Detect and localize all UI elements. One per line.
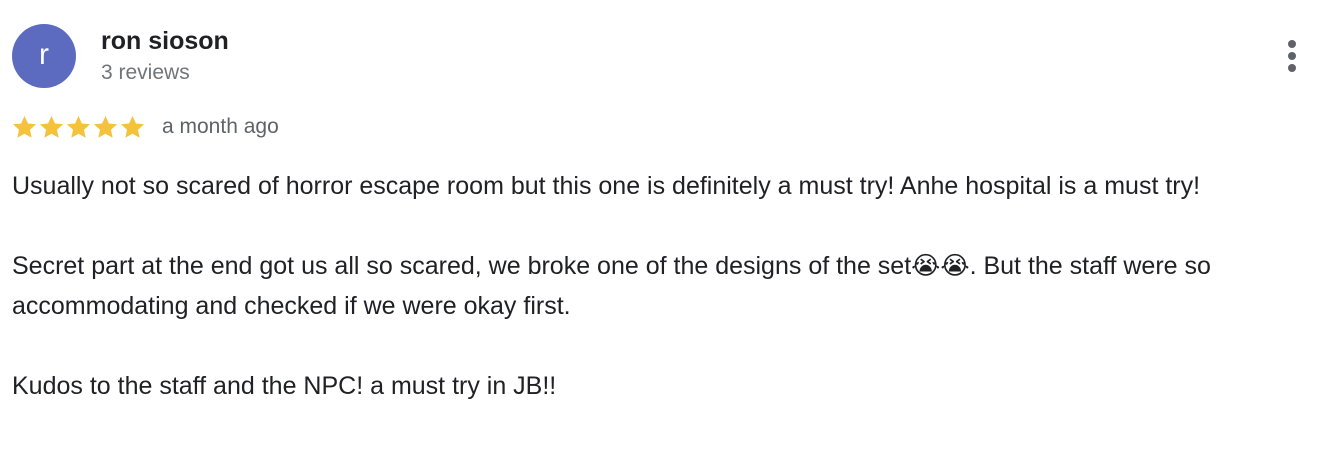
review-paragraph: Usually not so scared of horror escape r… [12, 172, 1201, 200]
author-review-count: 3 reviews [101, 61, 190, 84]
review-time: a month ago [162, 115, 279, 138]
more-options-button[interactable] [1272, 36, 1312, 76]
review-paragraph: Secret part at the end got us all so sca… [12, 252, 1211, 320]
star-icon [120, 115, 145, 138]
rating-row: a month ago [11, 112, 279, 142]
review-paragraph: Kudos to the staff and the NPC! a must t… [12, 372, 557, 400]
review-card: r ron sioson 3 reviews a month ago Usual… [0, 0, 1326, 466]
star-icon [12, 115, 37, 138]
author-name[interactable]: ron sioson [101, 26, 229, 56]
more-vert-icon [1288, 40, 1296, 72]
avatar[interactable]: r [12, 24, 76, 88]
star-rating [11, 114, 146, 141]
review-text: Usually not so scared of horror escape r… [12, 166, 1316, 406]
star-icon [66, 115, 91, 138]
star-icon [93, 115, 118, 138]
avatar-initial: r [39, 38, 49, 71]
star-icon [39, 115, 64, 138]
